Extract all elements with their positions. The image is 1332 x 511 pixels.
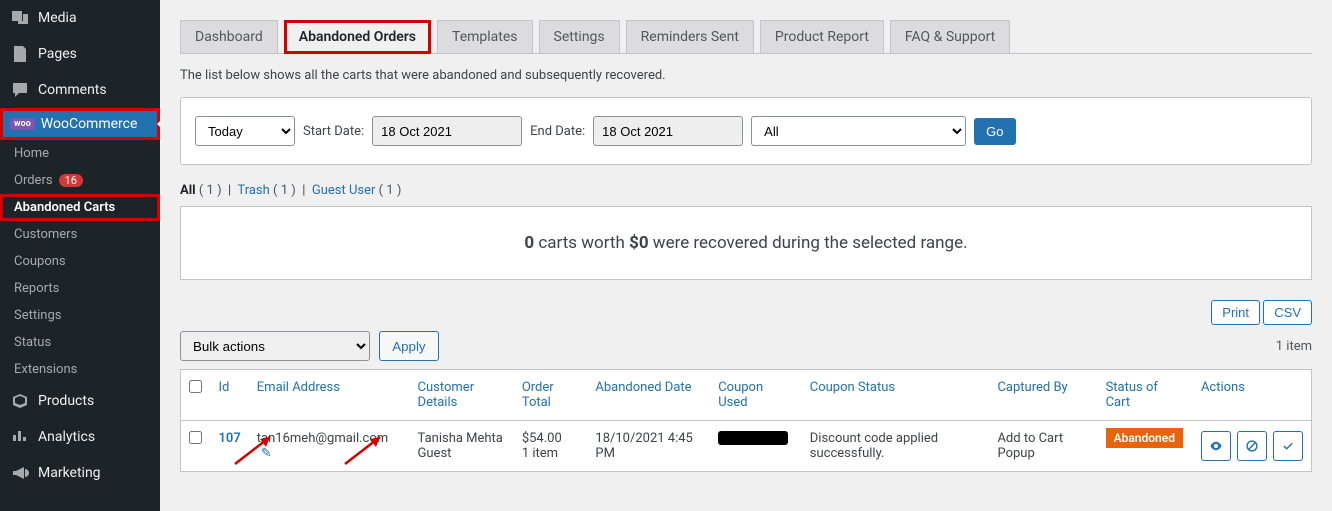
end-date-input[interactable] [593, 116, 743, 146]
sidebar-label: Comments [38, 82, 107, 98]
sidebar-item-pages[interactable]: Pages [0, 36, 160, 72]
print-button[interactable]: Print [1211, 300, 1260, 325]
sidebar-item-marketing[interactable]: Marketing [0, 455, 160, 491]
page-icon [10, 44, 30, 64]
tab-settings[interactable]: Settings [539, 20, 620, 53]
analytics-icon [10, 427, 30, 447]
comment-icon [10, 80, 30, 100]
go-button[interactable]: Go [974, 118, 1015, 145]
sidebar-label: Pages [38, 46, 77, 62]
th-captured-by[interactable]: Captured By [989, 370, 1097, 421]
th-date[interactable]: Abandoned Date [587, 370, 710, 421]
media-icon [10, 8, 30, 28]
main-content: Dashboard Abandoned Orders Templates Set… [160, 0, 1332, 511]
sidebar-label: WooCommerce [41, 116, 138, 132]
sidebar-sub-abandoned-carts[interactable]: Abandoned Carts [0, 194, 160, 221]
abandoned-date: 18/10/2021 4:45 PM [587, 421, 710, 472]
subnav-all[interactable]: All [180, 183, 196, 198]
tab-abandoned-orders[interactable]: Abandoned Orders [284, 20, 431, 54]
active-indicator [157, 116, 165, 132]
list-subnav: All ( 1 ) | Trash ( 1 ) | Guest User ( 1… [180, 183, 1312, 198]
sidebar-label: Media [38, 10, 77, 26]
start-date-label: Start Date: [303, 124, 364, 139]
sidebar-item-products[interactable]: Products [0, 383, 160, 419]
coupon-redacted [718, 431, 788, 445]
th-coupon-status[interactable]: Coupon Status [802, 370, 990, 421]
filter-bar: Today Start Date: End Date: All Go [180, 97, 1312, 165]
sidebar-sub-orders[interactable]: Orders16 [0, 167, 160, 194]
bulk-actions-row: Bulk actions Apply 1 item [180, 331, 1312, 361]
complete-action[interactable] [1273, 431, 1303, 461]
subnav-trash[interactable]: Trash [237, 183, 269, 198]
edit-icon[interactable]: ✎ [261, 446, 272, 461]
th-total[interactable]: Order Total [514, 370, 588, 421]
block-action[interactable] [1237, 431, 1267, 461]
select-all-checkbox[interactable] [189, 380, 202, 393]
th-email[interactable]: Email Address [249, 370, 410, 421]
sidebar-sub-reports[interactable]: Reports [0, 275, 160, 302]
sidebar-sub-settings[interactable]: Settings [0, 302, 160, 329]
products-icon [10, 391, 30, 411]
page-description: The list below shows all the carts that … [180, 68, 1312, 83]
date-range-select[interactable]: Today [195, 116, 295, 146]
view-action[interactable] [1201, 431, 1231, 461]
woo-icon: woo [10, 118, 35, 130]
order-total: $54.00 [522, 431, 562, 446]
tab-templates[interactable]: Templates [437, 20, 533, 53]
status-badge: Abandoned [1106, 428, 1183, 448]
sidebar-item-analytics[interactable]: Analytics [0, 419, 160, 455]
sidebar-item-comments[interactable]: Comments [0, 72, 160, 108]
sidebar-label: Products [38, 393, 94, 409]
bulk-action-select[interactable]: Bulk actions [180, 331, 370, 361]
customer-type: Guest [418, 446, 452, 461]
sidebar-sub-coupons[interactable]: Coupons [0, 248, 160, 275]
subnav-guest[interactable]: Guest User [312, 183, 376, 198]
sidebar-label: Marketing [38, 465, 101, 481]
row-checkbox[interactable] [189, 431, 202, 444]
sidebar-item-media[interactable]: Media [0, 0, 160, 36]
marketing-icon [10, 463, 30, 483]
end-date-label: End Date: [530, 124, 585, 139]
sidebar-sub-customers[interactable]: Customers [0, 221, 160, 248]
order-id-link[interactable]: 107 [219, 431, 241, 446]
item-count: 1 item [1276, 339, 1312, 354]
customer-name: Tanisha Mehta [418, 431, 503, 446]
coupon-status: Discount code applied successfully. [802, 421, 990, 472]
th-status[interactable]: Status of Cart [1098, 370, 1193, 421]
sidebar-sub-home[interactable]: Home [0, 140, 160, 167]
summary-box: 0 carts worth $0 were recovered during t… [180, 206, 1312, 280]
status-filter-select[interactable]: All [751, 116, 966, 146]
sidebar-label: Analytics [38, 429, 95, 445]
tab-faq-support[interactable]: FAQ & Support [890, 20, 1010, 53]
th-id[interactable]: Id [211, 370, 249, 421]
order-items: 1 item [522, 446, 558, 461]
admin-sidebar: Media Pages Comments woo WooCommerce Hom… [0, 0, 160, 511]
captured-by: Add to Cart Popup [989, 421, 1097, 472]
sidebar-item-woocommerce[interactable]: woo WooCommerce [0, 108, 160, 140]
tab-bar: Dashboard Abandoned Orders Templates Set… [180, 0, 1312, 54]
tab-reminders-sent[interactable]: Reminders Sent [626, 20, 754, 53]
orders-badge: 16 [59, 174, 83, 187]
sidebar-sub-status[interactable]: Status [0, 329, 160, 356]
start-date-input[interactable] [372, 116, 522, 146]
email-value: tan16meh@gmail.com [257, 431, 388, 446]
orders-table: Id Email Address Customer Details Order … [180, 369, 1312, 472]
th-actions: Actions [1193, 370, 1312, 421]
table-row: 107 tan16meh@gmail.com ✎ Tanisha MehtaGu… [181, 421, 1312, 472]
th-customer[interactable]: Customer Details [410, 370, 514, 421]
tab-dashboard[interactable]: Dashboard [180, 20, 278, 53]
sidebar-sub-extensions[interactable]: Extensions [0, 356, 160, 383]
apply-button[interactable]: Apply [379, 331, 438, 361]
th-coupon-used[interactable]: Coupon Used [710, 370, 802, 421]
csv-button[interactable]: CSV [1263, 300, 1312, 325]
tab-product-report[interactable]: Product Report [760, 20, 884, 53]
